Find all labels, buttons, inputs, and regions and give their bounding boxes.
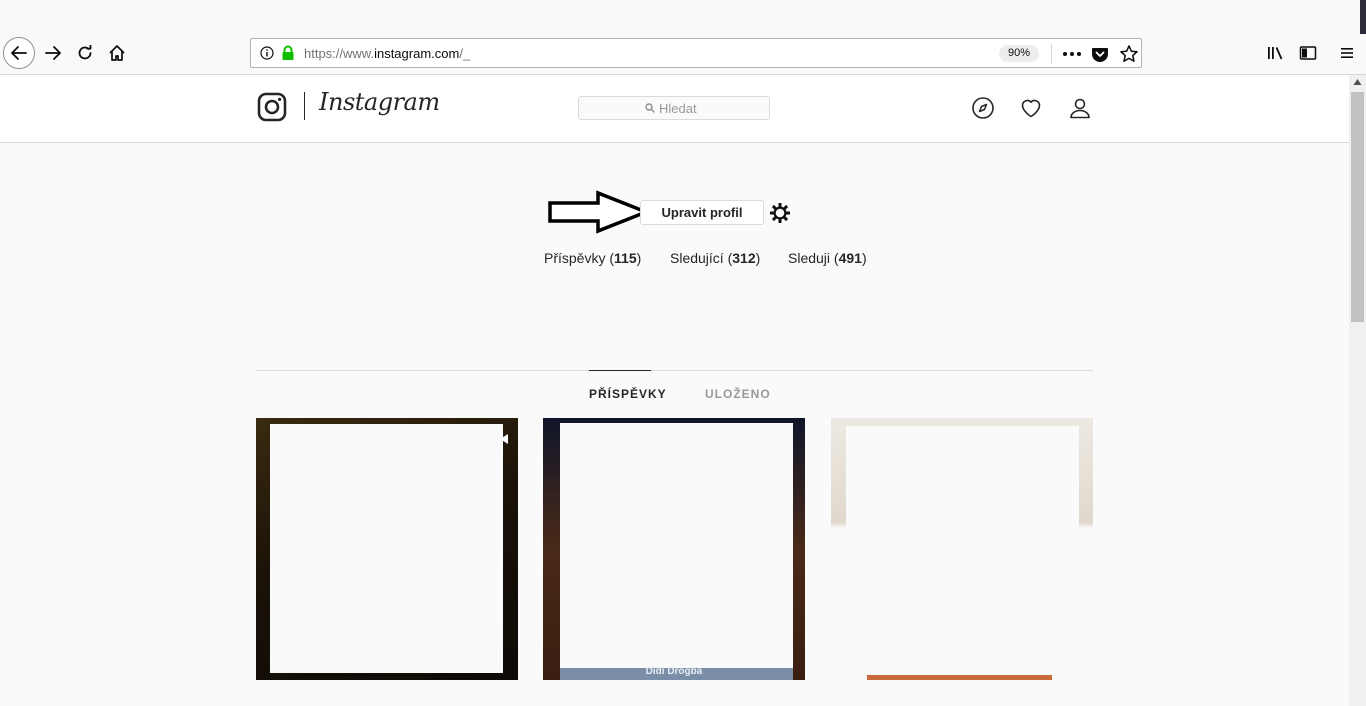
- forward-button[interactable]: [40, 39, 66, 67]
- post-thumbnail[interactable]: [831, 418, 1093, 680]
- logo-divider: [304, 92, 305, 120]
- annotation-arrow: [548, 190, 648, 234]
- url-suffix: /_: [459, 46, 471, 61]
- sidebar-icon: [1299, 46, 1317, 60]
- stat-posts[interactable]: Příspěvky (115): [544, 250, 641, 266]
- post-thumbnail[interactable]: [256, 418, 518, 680]
- post-redaction: [560, 423, 793, 673]
- stat-count: 115: [614, 250, 637, 266]
- post-caption: Didi Drogba: [645, 666, 703, 677]
- post-redaction: [270, 424, 503, 673]
- instagram-header: Instagram: [0, 75, 1349, 143]
- compass-icon[interactable]: [971, 96, 995, 120]
- tab-posts[interactable]: PŘÍSPĚVKY: [589, 387, 667, 401]
- active-tab-indicator: [589, 370, 651, 371]
- home-icon: [109, 45, 125, 61]
- search-input[interactable]: [659, 100, 759, 116]
- instagram-wordmark[interactable]: Instagram: [319, 88, 440, 116]
- lock-icon[interactable]: [281, 45, 295, 61]
- search-box[interactable]: [578, 96, 770, 120]
- stat-count: 491: [838, 250, 862, 266]
- url-text[interactable]: https://www.instagram.com/_: [304, 46, 470, 61]
- zoom-level-badge[interactable]: 90%: [999, 45, 1039, 62]
- hamburger-menu-icon: [1341, 48, 1353, 58]
- more-dots-icon[interactable]: [1061, 45, 1083, 63]
- window-edge: [1360, 0, 1366, 34]
- url-host: instagram.com: [374, 46, 460, 61]
- post-redaction: [846, 426, 1079, 676]
- pocket-icon[interactable]: [1091, 45, 1109, 63]
- library-button[interactable]: [1264, 39, 1288, 67]
- browser-toolbar: https://www.instagram.com/_ 90%: [0, 34, 1366, 75]
- info-icon[interactable]: [260, 46, 274, 60]
- url-prefix: https://www.: [304, 46, 375, 61]
- instagram-glyph-icon[interactable]: [257, 92, 287, 122]
- heart-icon[interactable]: [1019, 96, 1043, 120]
- stat-count: 312: [732, 250, 756, 266]
- stat-label: Sleduji: [788, 250, 831, 266]
- post-image-strip: [867, 675, 1052, 680]
- library-icon: [1268, 47, 1283, 60]
- window-title-strip: [0, 0, 1366, 34]
- post-thumbnail[interactable]: Didi Drogba: [543, 418, 805, 680]
- forward-arrow-icon: [45, 46, 61, 60]
- home-button[interactable]: [104, 39, 130, 67]
- user-icon[interactable]: [1068, 96, 1092, 120]
- stat-followers[interactable]: Sledující (312): [670, 250, 760, 266]
- url-bar-divider: [1051, 44, 1052, 64]
- reload-icon: [78, 45, 92, 60]
- scroll-up-arrow-icon[interactable]: [1353, 78, 1362, 86]
- reload-button[interactable]: [72, 39, 98, 67]
- stat-following[interactable]: Sleduji (491): [788, 250, 867, 266]
- tab-saved[interactable]: ULOŽENO: [705, 387, 771, 401]
- tabs-divider: [256, 370, 1093, 371]
- star-icon[interactable]: [1119, 44, 1139, 64]
- back-arrow-icon: [11, 46, 27, 60]
- url-bar[interactable]: https://www.instagram.com/_ 90%: [250, 38, 1142, 68]
- stat-label: Sledující: [670, 250, 724, 266]
- scrollbar-thumb[interactable]: [1351, 92, 1364, 322]
- edit-profile-button[interactable]: Upravit profil: [640, 200, 764, 225]
- sidebar-button[interactable]: [1296, 39, 1320, 67]
- search-icon: [645, 103, 655, 113]
- stat-label: Příspěvky: [544, 250, 606, 266]
- page-scrollbar[interactable]: [1349, 75, 1366, 706]
- menu-button[interactable]: [1335, 39, 1359, 67]
- video-icon: [500, 434, 508, 444]
- gear-icon[interactable]: [769, 202, 791, 224]
- back-button[interactable]: [3, 37, 35, 69]
